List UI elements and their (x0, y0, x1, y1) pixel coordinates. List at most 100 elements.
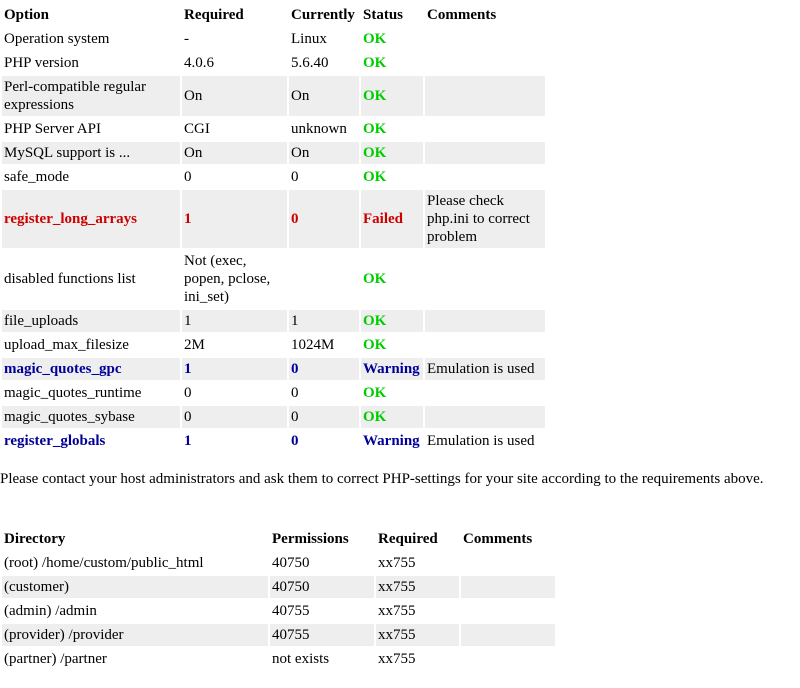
comment-cell (425, 28, 545, 50)
current-cell: Linux (291, 31, 327, 47)
status-cell: OK (361, 76, 423, 116)
required-cell: CGI (184, 121, 210, 137)
required-cell: 1 (182, 310, 287, 332)
dir-cell: (admin) /admin (4, 603, 97, 619)
header-required: Required (184, 7, 244, 23)
status-cell: OK (361, 310, 423, 332)
directory-row: (provider) /provider 40755 xx755 (2, 624, 555, 646)
comment-cell (425, 310, 545, 332)
directory-row: (customer) 40750 xx755 (2, 576, 555, 598)
required-cell: 4.0.6 (184, 55, 214, 71)
option-cell: MySQL support is ... (2, 142, 180, 164)
comment-cell: Please check php.ini to correct problem (425, 190, 545, 248)
status-cell: Warning (363, 433, 420, 449)
settings-row: PHP Server API CGI unknown OK (2, 118, 545, 140)
required-cell: Not (exec, popen, pclose, ini_set) (184, 253, 271, 305)
settings-row: magic_quotes_sybase 0 0 OK (2, 406, 545, 428)
php-settings-table: Option Required Currently Status Comment… (0, 2, 547, 454)
required-cell: 1 (184, 433, 192, 449)
php-settings-body: Operation system - Linux OK PHP version 4.0.6… (2, 28, 545, 452)
directory-body: (root) /home/custom/public_html 40750 xx75… (2, 552, 555, 670)
current-cell (289, 250, 359, 308)
current-cell: 0 (289, 406, 359, 428)
header-directory: Directory (4, 531, 66, 547)
option-cell: upload_max_filesize (4, 337, 129, 353)
required-cell: 1 (182, 190, 287, 248)
required-cell: 0 (184, 169, 192, 185)
settings-row: safe_mode 0 0 OK (2, 166, 545, 188)
status-cell: OK (361, 406, 423, 428)
option-cell: magic_quotes_gpc (2, 358, 180, 380)
permissions-cell: not exists (272, 651, 330, 667)
php-settings-header-row: Option Required Currently Status Comment… (2, 4, 545, 26)
comment-cell: Emulation is used (425, 358, 545, 380)
settings-row: register_globals 1 0 Warning Emulation is us… (2, 430, 545, 452)
required-cell: On (182, 76, 287, 116)
dir-required-cell: xx755 (376, 576, 459, 598)
current-cell: 0 (291, 385, 299, 401)
comment-cell (425, 76, 545, 116)
current-cell: On (289, 76, 359, 116)
option-cell: register_globals (4, 433, 106, 449)
status-cell: OK (363, 31, 387, 47)
admin-notice: Please contact your host administrators … (0, 471, 764, 487)
required-cell: 0 (184, 385, 192, 401)
directory-permissions-table: Directory Permissions Required Comments … (0, 526, 557, 672)
dir-required-cell: xx755 (378, 555, 416, 571)
current-cell: 5.6.40 (291, 55, 329, 71)
comment-cell (425, 406, 545, 428)
settings-row: upload_max_filesize 2M 1024M OK (2, 334, 545, 356)
status-cell: OK (363, 169, 387, 185)
dir-comment-cell (461, 552, 555, 574)
option-cell: magic_quotes_runtime (4, 385, 142, 401)
status-cell: OK (363, 337, 387, 353)
permissions-cell: 40750 (272, 555, 310, 571)
directory-row: (partner) /partner not exists xx755 (2, 648, 555, 670)
current-cell: 0 (291, 433, 299, 449)
status-cell: OK (363, 271, 387, 287)
option-cell: PHP version (4, 55, 79, 71)
settings-row: Operation system - Linux OK (2, 28, 545, 50)
settings-row: file_uploads 1 1 OK (2, 310, 545, 332)
current-cell: 0 (291, 169, 299, 185)
status-cell: OK (363, 121, 387, 137)
option-cell: file_uploads (2, 310, 180, 332)
header-permissions: Permissions (272, 531, 349, 547)
settings-row: MySQL support is ... On On OK (2, 142, 545, 164)
comment-cell (425, 382, 545, 404)
required-cell: 0 (182, 406, 287, 428)
required-cell: 1 (182, 358, 287, 380)
status-cell: OK (363, 385, 387, 401)
settings-row: Perl-compatible regular expressions On On O… (2, 76, 545, 116)
comment-cell (425, 118, 545, 140)
directory-header-row: Directory Permissions Required Comments (2, 528, 555, 550)
settings-row: magic_quotes_runtime 0 0 OK (2, 382, 545, 404)
permissions-cell: 40755 (270, 624, 374, 646)
directory-row: (root) /home/custom/public_html 40750 xx75… (2, 552, 555, 574)
status-cell: OK (363, 55, 387, 71)
current-cell: 1024M (291, 337, 335, 353)
directory-row: (admin) /admin 40755 xx755 (2, 600, 555, 622)
current-cell: unknown (291, 121, 347, 137)
current-cell: 0 (289, 190, 359, 248)
current-cell: 1 (289, 310, 359, 332)
permissions-cell: 40755 (272, 603, 310, 619)
header-comments: Comments (427, 7, 497, 23)
dir-cell: (partner) /partner (4, 651, 107, 667)
dir-comment-cell (461, 600, 555, 622)
dir-required-cell: xx755 (376, 624, 459, 646)
comment-cell (425, 166, 545, 188)
comment-cell (425, 334, 545, 356)
permissions-cell: 40750 (270, 576, 374, 598)
comment-cell (425, 250, 545, 308)
dir-comment-cell (461, 648, 555, 670)
status-cell: Warning (361, 358, 423, 380)
option-cell: magic_quotes_sybase (2, 406, 180, 428)
option-cell: disabled functions list (4, 271, 136, 287)
status-cell: Failed (361, 190, 423, 248)
status-cell: OK (361, 142, 423, 164)
settings-row: disabled functions list Not (exec, popen,… (2, 250, 545, 308)
header-currently: Currently (291, 7, 355, 23)
comment-cell: Emulation is used (427, 433, 535, 449)
option-cell: PHP Server API (4, 121, 101, 137)
